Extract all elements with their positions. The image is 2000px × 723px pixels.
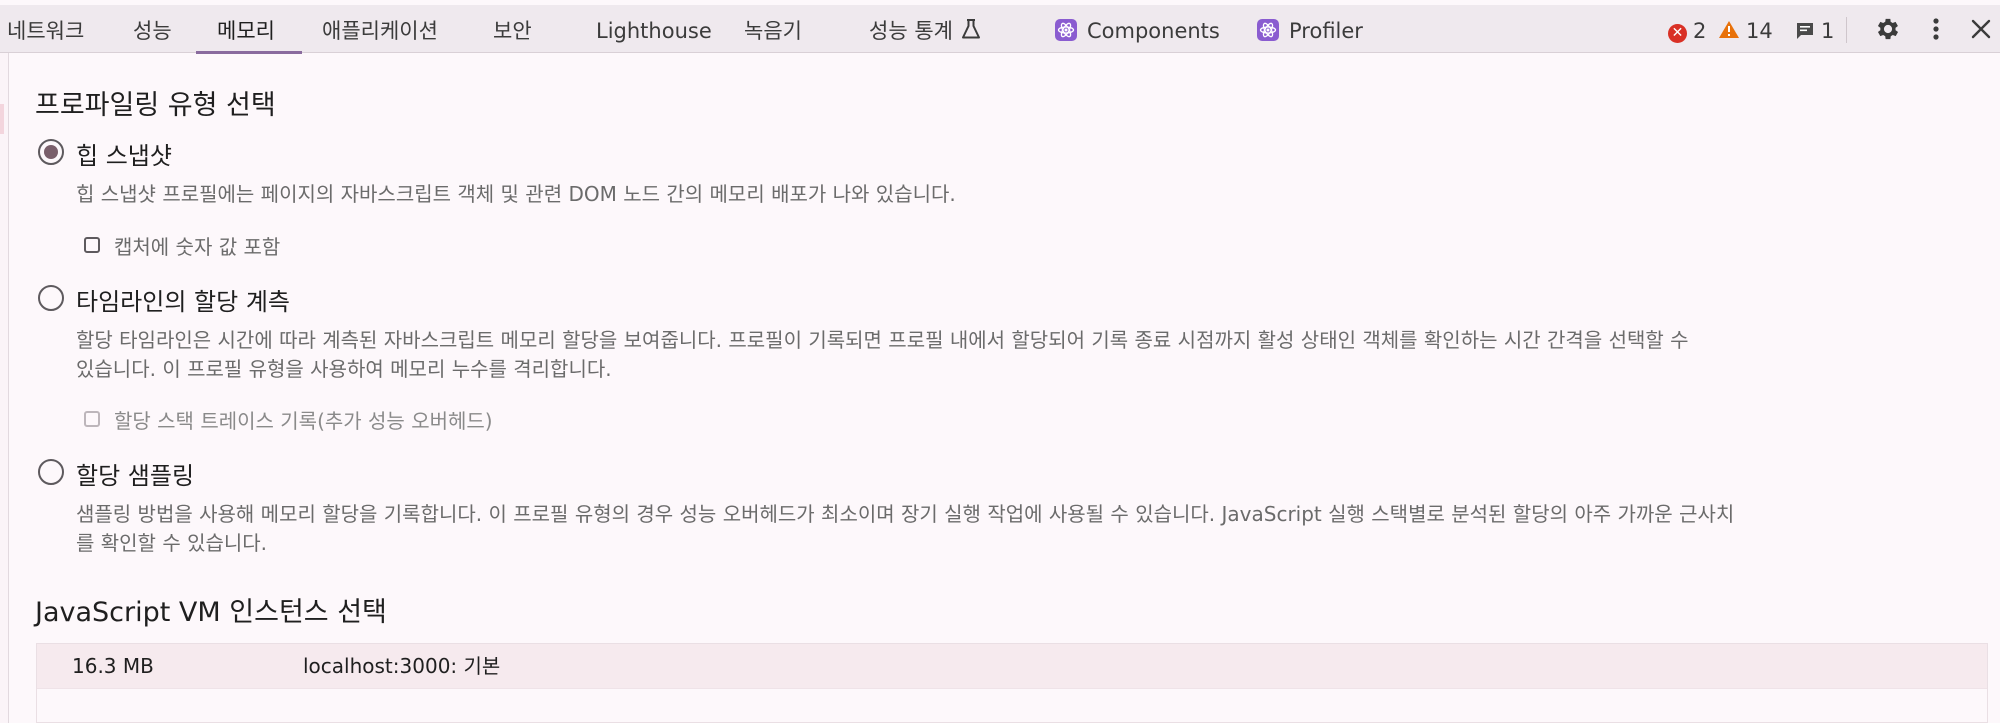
error-count: 2 <box>1693 19 1707 43</box>
warning-count: 14 <box>1746 19 1773 43</box>
vm-instance-table: 16.3 MB localhost:3000: 기본 <box>36 643 1988 723</box>
left-panel-marker <box>0 104 4 134</box>
react-icon <box>1055 19 1077 41</box>
close-icon <box>1971 19 1991 39</box>
heap-snapshot-label[interactable]: 힙 스냅샷 <box>76 136 172 171</box>
allocation-timeline-radio[interactable] <box>38 285 64 311</box>
error-icon: ✕ <box>1668 24 1687 43</box>
record-stack-traces-label[interactable]: 할당 스택 트레이스 기록(추가 성능 오버헤드) <box>114 405 493 434</box>
tab-lighthouse[interactable]: Lighthouse <box>596 5 712 53</box>
flask-icon <box>961 7 981 59</box>
warning-counter[interactable]: 14 <box>1718 5 1773 53</box>
more-options-button[interactable] <box>1922 5 1950 53</box>
tab-performance-insights-label: 성능 통계 <box>869 19 953 43</box>
vm-instance-size: 16.3 MB <box>72 654 154 678</box>
message-counter[interactable]: 1 <box>1795 5 1834 53</box>
message-icon <box>1795 8 1815 60</box>
allocation-timeline-label[interactable]: 타임라인의 할당 계측 <box>76 282 290 317</box>
message-count: 1 <box>1821 19 1835 43</box>
allocation-timeline-description-line-2: 있습니다. 이 프로필 유형을 사용하여 메모리 누수를 격리합니다. <box>76 357 612 381</box>
tab-memory[interactable]: 메모리 <box>217 5 275 53</box>
tab-security[interactable]: 보안 <box>493 5 532 53</box>
vm-instance-name: localhost:3000: 기본 <box>303 654 501 678</box>
vm-instance-row[interactable]: 16.3 MB localhost:3000: 기본 <box>37 644 1987 689</box>
warning-icon <box>1718 6 1740 58</box>
tab-components[interactable]: Components <box>1055 5 1220 53</box>
profiling-type-heading: 프로파일링 유형 선택 <box>35 90 276 121</box>
left-panel-edge <box>0 53 9 723</box>
tab-profiler[interactable]: Profiler <box>1257 5 1363 53</box>
tab-performance[interactable]: 성능 <box>133 5 172 53</box>
tab-components-label: Components <box>1087 19 1220 43</box>
allocation-sampling-label[interactable]: 할당 샘플링 <box>76 456 194 491</box>
tab-profiler-label: Profiler <box>1289 19 1363 43</box>
tab-network[interactable]: 네트워크 <box>7 5 84 53</box>
selected-tab-indicator <box>196 51 302 54</box>
allocation-timeline-description-line-1: 할당 타임라인은 시간에 따라 계측된 자바스크립트 메모리 할당을 보여줍니다… <box>76 328 1689 352</box>
tab-recorder[interactable]: 녹음기 <box>744 5 802 53</box>
error-counter[interactable]: ✕ 2 <box>1668 5 1706 53</box>
heap-snapshot-description: 힙 스냅샷 프로필에는 페이지의 자바스크립트 객체 및 관련 DOM 노드 간… <box>76 182 956 206</box>
allocation-sampling-description-line-2: 를 확인할 수 있습니다. <box>76 531 268 555</box>
devtools-tab-bar: 네트워크 성능 메모리 애플리케이션 보안 Lighthouse 녹음기 성능 … <box>0 5 2000 54</box>
vm-instance-heading: JavaScript VM 인스턴스 선택 <box>35 597 387 628</box>
include-numeric-values-checkbox[interactable] <box>84 237 100 253</box>
more-vertical-icon <box>1933 18 1939 40</box>
settings-button[interactable] <box>1870 5 1906 53</box>
record-stack-traces-checkbox[interactable] <box>84 411 100 427</box>
include-numeric-values-label[interactable]: 캡처에 숫자 값 포함 <box>114 231 280 260</box>
toolbar-divider <box>1846 17 1847 43</box>
allocation-sampling-radio[interactable] <box>38 459 64 485</box>
settings-icon <box>1877 18 1899 40</box>
heap-snapshot-radio[interactable] <box>38 139 64 165</box>
tab-performance-insights[interactable]: 성능 통계 <box>869 5 981 53</box>
allocation-sampling-description-line-1: 샘플링 방법을 사용해 메모리 할당을 기록합니다. 이 프로필 유형의 경우 … <box>76 502 1735 526</box>
react-icon <box>1257 19 1279 41</box>
close-devtools-button[interactable] <box>1963 5 1999 53</box>
tab-application[interactable]: 애플리케이션 <box>322 5 438 53</box>
